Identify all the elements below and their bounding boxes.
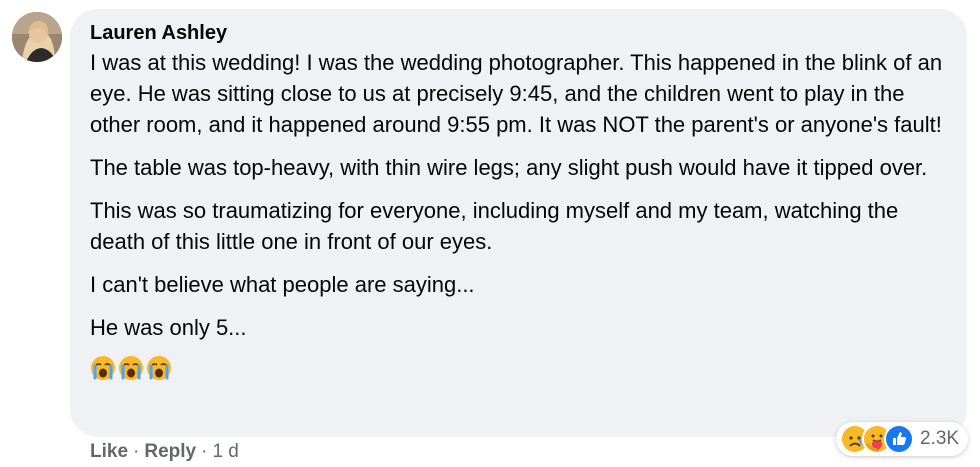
crying-face-emoji-icon <box>90 355 116 381</box>
crying-face-emoji-icon <box>146 355 172 381</box>
comment-paragraph-5: He was only 5... <box>90 315 247 340</box>
comment-author-name[interactable]: Lauren Ashley <box>90 22 947 44</box>
crying-face-emoji-icon <box>118 355 144 381</box>
author-avatar[interactable] <box>12 12 62 62</box>
avatar-photo <box>12 12 62 62</box>
separator-dot: · <box>201 441 208 462</box>
comment-paragraph-4: I can't believe what people are saying..… <box>90 272 475 297</box>
reactions-summary[interactable]: 2.3K <box>836 422 969 456</box>
reaction-count: 2.3K <box>920 428 960 449</box>
reply-button[interactable]: Reply <box>144 441 196 462</box>
comment-paragraph-2: The table was top-heavy, with thin wire … <box>90 155 928 180</box>
like-button[interactable]: Like <box>90 441 128 462</box>
comment-paragraph-1: I was at this wedding! I was the wedding… <box>90 50 943 137</box>
comment-paragraph-3: This was so traumatizing for everyone, i… <box>90 198 899 254</box>
comment-actions: Like · Reply · 1 d <box>90 441 239 463</box>
like-reaction-icon <box>884 424 914 454</box>
emoji-row <box>90 355 947 381</box>
comment-timestamp[interactable]: 1 d <box>212 441 238 462</box>
separator-dot: · <box>133 441 140 462</box>
comment-bubble: Lauren Ashley I was at this wedding! I w… <box>70 9 967 437</box>
